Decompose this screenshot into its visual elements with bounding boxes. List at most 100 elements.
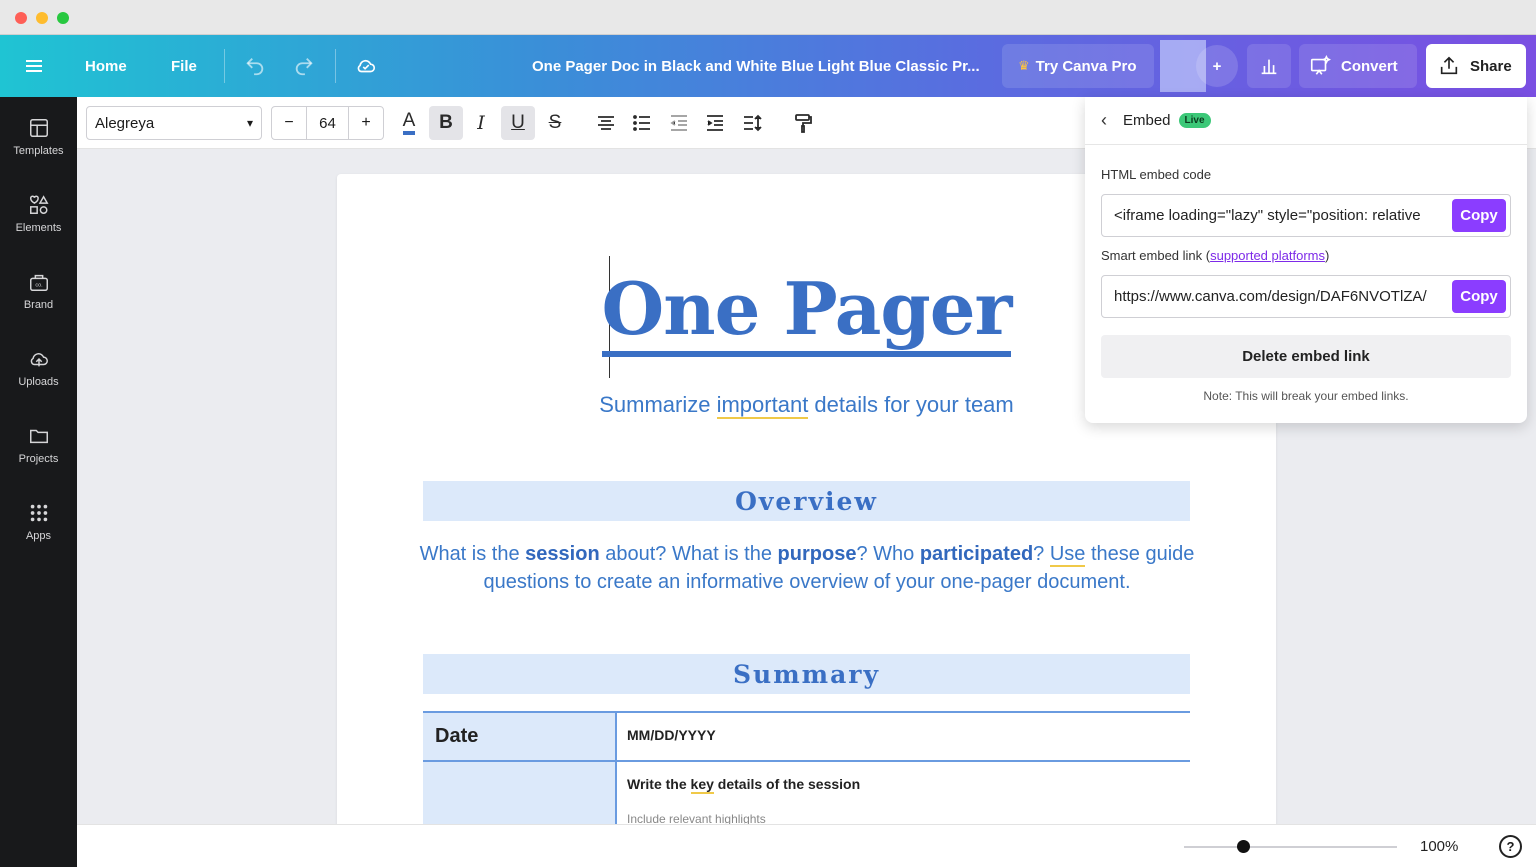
- copy-link-button[interactable]: Copy: [1452, 280, 1506, 313]
- divider: [224, 49, 225, 83]
- table-cell-label[interactable]: Date: [423, 713, 617, 760]
- subtitle-highlight: important: [716, 392, 809, 419]
- sidebar-item-label: Apps: [25, 530, 52, 542]
- menu-icon[interactable]: [26, 35, 50, 97]
- details-underlined-run: key: [690, 776, 714, 794]
- font-size-stepper: − 64 +: [271, 106, 384, 140]
- convert-button[interactable]: Convert: [1299, 44, 1417, 88]
- sidebar-item-projects[interactable]: Projects: [0, 423, 77, 483]
- svg-text:co.: co.: [35, 283, 43, 289]
- table-cell-value[interactable]: MM/DD/YYYY: [617, 713, 1190, 760]
- bullet-list-icon[interactable]: [625, 106, 659, 140]
- outdent-icon[interactable]: [662, 106, 696, 140]
- align-center-icon[interactable]: [589, 106, 623, 140]
- live-badge: Live: [1178, 113, 1211, 128]
- share-label: Share: [1470, 57, 1512, 75]
- convert-sparkle-icon: [1310, 55, 1331, 75]
- sidebar-item-label: Elements: [15, 222, 62, 234]
- html-embed-label: HTML embed code: [1101, 167, 1212, 182]
- overview-text-run: ? Who: [856, 543, 920, 565]
- apps-grid-icon: [0, 500, 77, 526]
- strikethrough-icon[interactable]: S: [538, 106, 572, 140]
- font-family-value: Alegreya: [95, 114, 155, 132]
- smart-embed-label-text: Smart embed link (: [1101, 248, 1211, 263]
- window-titlebar: [0, 0, 1536, 35]
- redo-icon[interactable]: [293, 35, 315, 97]
- underline-icon[interactable]: U: [501, 106, 535, 140]
- elements-icon: [0, 192, 77, 218]
- indent-icon[interactable]: [698, 106, 732, 140]
- sidebar-item-brand[interactable]: co. Brand: [0, 269, 77, 329]
- share-upload-icon: [1440, 56, 1458, 75]
- font-family-select[interactable]: Alegreya ▾: [86, 106, 262, 140]
- table-row: Date MM/DD/YYYY: [423, 713, 1190, 762]
- zoom-slider[interactable]: [1184, 846, 1397, 848]
- help-icon[interactable]: ?: [1499, 835, 1522, 858]
- paint-roller-icon[interactable]: [786, 106, 820, 140]
- details-text-run: details of the session: [713, 776, 861, 792]
- file-menu-button[interactable]: File: [171, 35, 197, 97]
- document-title[interactable]: One Pager Doc in Black and White Blue Li…: [532, 35, 980, 97]
- add-collaborator-icon[interactable]: +: [1196, 45, 1238, 87]
- html-embed-field[interactable]: <iframe loading="lazy" style="position: …: [1101, 194, 1511, 237]
- sidebar-item-label: Projects: [18, 453, 59, 465]
- overview-heading-band[interactable]: Overview: [423, 481, 1190, 521]
- templates-icon: [0, 115, 77, 141]
- undo-icon[interactable]: [244, 35, 266, 97]
- decrease-font-size-button[interactable]: −: [272, 107, 306, 139]
- folder-icon: [0, 423, 77, 449]
- try-canva-pro-button[interactable]: ♛ Try Canva Pro: [1002, 44, 1154, 88]
- italic-icon[interactable]: I: [464, 106, 498, 140]
- close-window-button[interactable]: [15, 12, 27, 24]
- smart-embed-value[interactable]: https://www.canva.com/design/DAF6NVOTlZA…: [1114, 288, 1452, 305]
- sidebar-item-apps[interactable]: Apps: [0, 500, 77, 560]
- editor-topbar: Home File One Pager Doc in Black and Whi…: [0, 35, 1536, 97]
- smart-embed-label: Smart embed link (supported platforms): [1101, 248, 1329, 263]
- insights-chart-icon[interactable]: [1247, 44, 1291, 88]
- left-sidebar: Templates Elements co. Brand Uploads Pro…: [0, 97, 77, 867]
- supported-platforms-link[interactable]: supported platforms: [1210, 248, 1325, 263]
- line-spacing-icon[interactable]: [735, 106, 769, 140]
- zoom-slider-handle[interactable]: [1237, 840, 1251, 853]
- editor-footer: 100% ?: [77, 824, 1536, 867]
- chevron-left-icon[interactable]: ‹: [1101, 110, 1107, 131]
- sidebar-item-elements[interactable]: Elements: [0, 192, 77, 252]
- brand-icon: co.: [0, 269, 77, 295]
- overview-text-run: ?: [1033, 543, 1050, 565]
- embed-note: Note: This will break your embed links.: [1203, 389, 1409, 403]
- summary-table[interactable]: Date MM/DD/YYYY Write the key details of…: [423, 711, 1190, 824]
- overview-bold-run: participated: [919, 543, 1034, 565]
- share-button[interactable]: Share: [1426, 44, 1526, 88]
- table-row: Write the key details of the session Inc…: [423, 762, 1190, 824]
- sidebar-item-uploads[interactable]: Uploads: [0, 346, 77, 406]
- convert-label: Convert: [1341, 57, 1398, 75]
- chevron-down-icon: ▾: [246, 116, 253, 130]
- bold-icon[interactable]: B: [429, 106, 463, 140]
- increase-font-size-button[interactable]: +: [349, 107, 383, 139]
- sidebar-item-templates[interactable]: Templates: [0, 115, 77, 175]
- text-color-icon[interactable]: A: [392, 106, 426, 140]
- maximize-window-button[interactable]: [57, 12, 69, 24]
- table-cell-label[interactable]: [423, 762, 617, 824]
- smart-embed-field[interactable]: https://www.canva.com/design/DAF6NVOTlZA…: [1101, 275, 1511, 318]
- summary-heading-band[interactable]: Summary: [423, 654, 1190, 694]
- crown-icon: ♛: [1018, 58, 1030, 73]
- zoom-percentage[interactable]: 100%: [1420, 838, 1458, 855]
- cloud-saved-icon[interactable]: [354, 35, 378, 97]
- copy-html-button[interactable]: Copy: [1452, 199, 1506, 232]
- details-text-run: Write the: [627, 776, 691, 792]
- sidebar-item-label: Brand: [23, 299, 54, 311]
- delete-embed-link-button[interactable]: Delete embed link: [1101, 335, 1511, 378]
- table-cell-value[interactable]: Write the key details of the session Inc…: [617, 762, 1190, 824]
- overview-underlined-run: Use: [1049, 543, 1086, 567]
- font-size-input[interactable]: 64: [306, 107, 349, 139]
- sidebar-item-label: Uploads: [18, 376, 59, 388]
- overview-bold-run: purpose: [777, 543, 857, 565]
- embed-panel-title: Embed: [1123, 112, 1171, 129]
- home-button[interactable]: Home: [85, 35, 127, 97]
- divider: [335, 49, 336, 83]
- embed-panel-header: ‹ Embed Live: [1085, 97, 1527, 145]
- overview-paragraph[interactable]: What is the session about? What is the p…: [407, 540, 1207, 596]
- html-embed-value[interactable]: <iframe loading="lazy" style="position: …: [1114, 207, 1452, 224]
- minimize-window-button[interactable]: [36, 12, 48, 24]
